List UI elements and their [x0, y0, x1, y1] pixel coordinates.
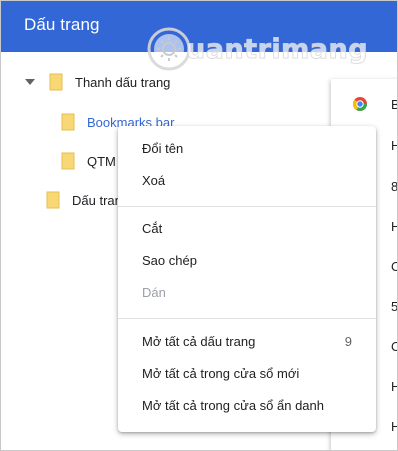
menu-item-open-all-incognito[interactable]: Mở tất cả trong cửa sổ ẩn danh	[118, 391, 376, 421]
chrome-webstore-icon[interactable]	[352, 96, 368, 112]
menu-item-open-all[interactable]: Mở tất cả dấu trang 9	[118, 327, 376, 357]
bookmark-row[interactable]: H	[391, 419, 398, 434]
tree-item-other-bookmarks[interactable]: Dấu trang	[46, 183, 129, 217]
menu-item-paste: Dán	[142, 285, 166, 300]
bookmark-row[interactable]: 8	[391, 179, 398, 194]
menu-item-open-all-new-window[interactable]: Mở tất cả trong cửa sổ mới	[118, 359, 376, 389]
bookmark-row[interactable]: H	[391, 379, 398, 394]
open-all-count: 9	[344, 334, 352, 349]
bookmark-row[interactable]: H	[391, 219, 398, 234]
menu-item-rename[interactable]: Đổi tên	[118, 134, 376, 164]
menu-separator	[118, 206, 376, 207]
bookmark-row[interactable]: O	[391, 339, 398, 354]
tree-item-bookmarks-bar-root[interactable]: Thanh dấu trang	[25, 65, 170, 99]
bookmark-row[interactable]: O	[391, 259, 398, 274]
folder-icon	[49, 73, 63, 91]
page-title: Dấu trang	[24, 15, 100, 34]
menu-item-delete[interactable]: Xoá	[118, 166, 376, 196]
bookmark-row[interactable]: 5	[391, 299, 398, 314]
bookmark-row[interactable]: B	[391, 97, 398, 112]
folder-icon	[61, 152, 75, 170]
menu-separator	[118, 318, 376, 319]
menu-item-cut[interactable]: Cắt	[118, 214, 376, 244]
caret-down-icon[interactable]	[25, 79, 35, 85]
menu-item-label: Mở tất cả dấu trang	[142, 334, 256, 349]
tree-item-qtm[interactable]: QTM	[61, 144, 116, 178]
tree-item-label: QTM	[87, 153, 116, 169]
folder-icon	[46, 191, 60, 209]
context-menu: Đổi tên Xoá Cắt Sao chép Dán Mở tất cả d…	[118, 126, 376, 432]
folder-icon	[61, 113, 75, 131]
tree-item-label: Thanh dấu trang	[75, 74, 171, 90]
menu-item-copy[interactable]: Sao chép	[118, 246, 376, 276]
bookmark-row[interactable]: H	[391, 138, 398, 153]
app-header: Dấu trang	[0, 0, 398, 52]
